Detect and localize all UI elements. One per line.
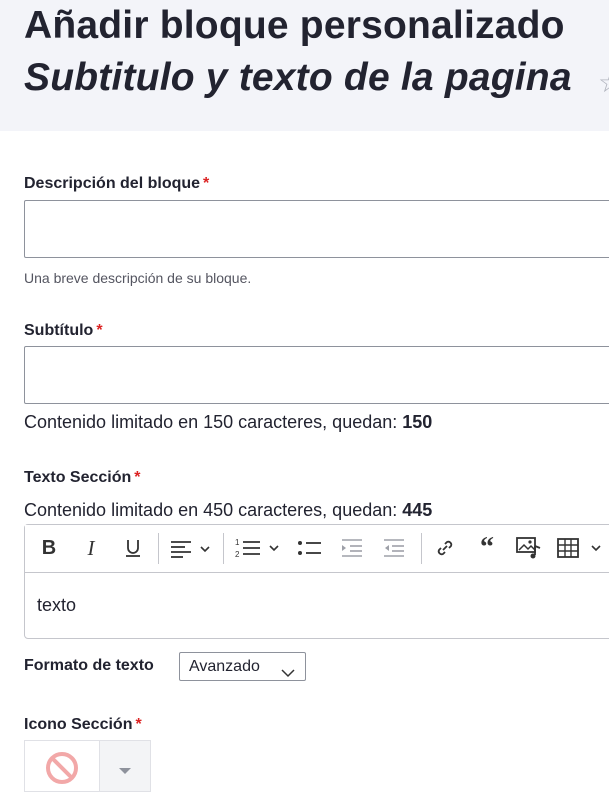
- caret-down-icon: [118, 762, 132, 780]
- descripcion-input[interactable]: [24, 200, 609, 258]
- texto-seccion-counter: Contenido limitado en 450 caracteres, qu…: [24, 500, 432, 521]
- counter-text: Contenido limitado en 150 caracteres, qu…: [24, 412, 398, 432]
- no-icon-icon: [45, 751, 79, 790]
- subtitulo-label: Subtítulo *: [24, 322, 103, 340]
- icono-seccion-label: Icono Sección *: [24, 716, 142, 734]
- editor-toolbar: B I 12 “: [25, 525, 609, 573]
- bulleted-list-icon[interactable]: [295, 534, 325, 562]
- required-mark: *: [135, 716, 142, 733]
- link-icon[interactable]: [430, 534, 460, 562]
- texto-seccion-label: Texto Sección *: [24, 469, 141, 487]
- texto-seccion-label-text: Texto Sección: [24, 469, 132, 486]
- bold-icon[interactable]: B: [35, 534, 63, 562]
- formato-selected: Avanzado: [189, 658, 260, 675]
- rich-text-editor[interactable]: B I 12 “ texto: [24, 524, 609, 639]
- toolbar-separator: [158, 533, 159, 564]
- subtitulo-input[interactable]: [24, 346, 609, 404]
- descripcion-label: Descripción del bloque *: [24, 175, 209, 193]
- page-title: Añadir bloque personalizado: [24, 4, 565, 47]
- icon-picker-dropdown[interactable]: [99, 741, 150, 791]
- table-icon[interactable]: [555, 534, 603, 562]
- numbered-list-icon[interactable]: 12: [233, 534, 285, 562]
- formato-select[interactable]: Avanzado: [179, 652, 306, 681]
- chevron-down-icon: [281, 660, 295, 687]
- required-mark: *: [203, 175, 210, 192]
- descripcion-label-text: Descripción del bloque: [24, 175, 201, 192]
- outdent-icon: [379, 534, 409, 562]
- star-icon[interactable]: ☆: [598, 66, 609, 99]
- subtitulo-counter: Contenido limitado en 150 caracteres, qu…: [24, 412, 432, 433]
- required-mark: *: [96, 322, 103, 339]
- icono-seccion-label-text: Icono Sección: [24, 716, 133, 733]
- counter-value: 150: [402, 412, 433, 432]
- formato-label: Formato de texto: [24, 657, 154, 674]
- page-subtitle: Subtitulo y texto de la pagina: [24, 56, 572, 99]
- svg-text:2: 2: [235, 550, 240, 559]
- required-mark: *: [134, 469, 141, 486]
- media-icon[interactable]: [513, 534, 545, 562]
- italic-icon[interactable]: I: [77, 534, 105, 562]
- blockquote-icon[interactable]: “: [472, 532, 502, 563]
- toolbar-separator: [223, 533, 224, 564]
- icon-picker[interactable]: [24, 740, 151, 792]
- align-icon[interactable]: [168, 534, 216, 562]
- page-header: Añadir bloque personalizado Subtitulo y …: [0, 0, 609, 131]
- underline-icon[interactable]: [119, 534, 147, 562]
- counter-text: Contenido limitado en 450 caracteres, qu…: [24, 500, 398, 520]
- indent-icon: [337, 534, 367, 562]
- descripcion-help: Una breve descripción de su bloque.: [24, 270, 252, 286]
- toolbar-separator: [421, 533, 422, 564]
- subtitulo-label-text: Subtítulo: [24, 322, 94, 339]
- editor-content[interactable]: texto: [37, 595, 76, 616]
- counter-value: 445: [402, 500, 433, 520]
- svg-text:1: 1: [235, 538, 240, 547]
